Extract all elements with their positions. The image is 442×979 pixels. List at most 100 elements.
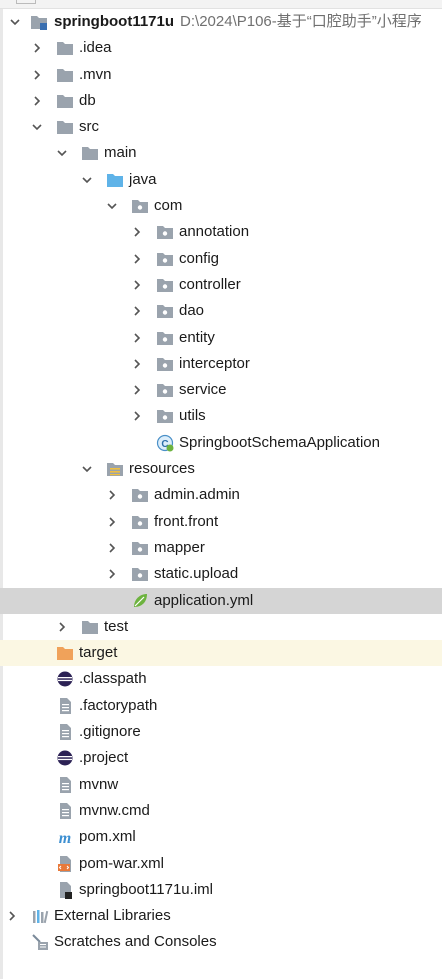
tree-row-controller[interactable]: controller	[0, 272, 442, 298]
tree-row-idea[interactable]: .idea	[0, 35, 442, 61]
tree-row-resources[interactable]: resources	[0, 456, 442, 482]
tree-label: .gitignore	[79, 723, 141, 741]
chevron-down-icon[interactable]	[80, 167, 94, 193]
tree-label: main	[104, 144, 137, 162]
package-icon	[156, 223, 174, 241]
tree-label: static.upload	[154, 565, 239, 583]
tree-row-target[interactable]: target	[0, 640, 442, 667]
chevron-right-icon[interactable]	[105, 509, 119, 535]
source-folder-icon	[106, 171, 124, 189]
eclipse-file-icon	[56, 749, 74, 767]
tree-row-service[interactable]: service	[0, 377, 442, 403]
chevron-down-icon[interactable]	[80, 456, 94, 482]
package-icon	[131, 539, 149, 557]
tree-row-external-libraries[interactable]: External Libraries	[0, 903, 442, 929]
tree-row-app-class[interactable]: C SpringbootSchemaApplication	[0, 430, 442, 456]
tree-label: front.front	[154, 512, 219, 530]
chevron-down-icon[interactable]	[105, 193, 119, 219]
folder-icon	[81, 618, 99, 636]
chevron-right-icon[interactable]	[130, 403, 144, 429]
chevron-right-icon[interactable]	[130, 351, 144, 377]
tree-row-src[interactable]: src	[0, 114, 442, 140]
tree-label: resources	[129, 460, 195, 478]
module-folder-icon	[30, 13, 48, 31]
tree-row-pom-war[interactable]: pom-war.xml	[0, 851, 442, 877]
chevron-right-icon[interactable]	[105, 561, 119, 587]
tree-row-annotation[interactable]: annotation	[0, 219, 442, 245]
tree-row-application-yml[interactable]: application.yml	[0, 587, 442, 614]
tree-row-utils[interactable]: utils	[0, 403, 442, 429]
tree-label: External Libraries	[54, 907, 171, 925]
tree-row-project-file[interactable]: .project	[0, 745, 442, 771]
package-icon	[131, 486, 149, 504]
package-icon	[131, 197, 149, 215]
tree-row-java[interactable]: java	[0, 167, 442, 193]
chevron-right-icon[interactable]	[105, 482, 119, 508]
package-icon	[131, 513, 149, 531]
tree-row-mvnw[interactable]: mvnw	[0, 772, 442, 798]
tree-row-project-root[interactable]: springboot1171u D:\2024\P106-基于“口腔助手”小程序	[0, 9, 442, 35]
tree-row-mvn[interactable]: .mvn	[0, 62, 442, 88]
tree-row-iml[interactable]: springboot1171u.iml	[0, 877, 442, 903]
project-name: springboot1171u	[54, 13, 175, 30]
package-icon	[156, 329, 174, 347]
folder-icon	[56, 39, 74, 57]
tree-row-dao[interactable]: dao	[0, 298, 442, 324]
tree-row-front[interactable]: front.front	[0, 509, 442, 535]
chevron-down-icon[interactable]	[8, 9, 22, 35]
tree-row-config[interactable]: config	[0, 246, 442, 272]
text-file-icon	[56, 697, 74, 715]
tree-label: admin.admin	[154, 486, 240, 504]
tree-row-gitignore[interactable]: .gitignore	[0, 719, 442, 745]
tree-label: pom-war.xml	[79, 854, 165, 872]
chevron-right-icon[interactable]	[5, 903, 19, 929]
chevron-right-icon[interactable]	[55, 614, 69, 640]
tree-row-test[interactable]: test	[0, 614, 442, 640]
chevron-right-icon[interactable]	[105, 535, 119, 561]
tree-label: service	[179, 381, 227, 399]
folder-icon	[56, 92, 74, 110]
package-icon	[156, 302, 174, 320]
tree-label: mvnw.cmd	[79, 801, 150, 819]
tree-row-static[interactable]: static.upload	[0, 561, 442, 587]
tree-label: src	[79, 118, 99, 136]
tree-row-db[interactable]: db	[0, 88, 442, 114]
tree-label: controller	[179, 275, 241, 293]
chevron-down-icon[interactable]	[55, 140, 69, 166]
chevron-right-icon[interactable]	[30, 35, 44, 61]
chevron-right-icon[interactable]	[130, 272, 144, 298]
tree-label: Scratches and Consoles	[54, 933, 217, 951]
excluded-folder-icon	[56, 644, 74, 662]
tree-row-classpath[interactable]: .classpath	[0, 666, 442, 692]
chevron-right-icon[interactable]	[130, 298, 144, 324]
tree-row-admin[interactable]: admin.admin	[0, 482, 442, 508]
package-icon	[156, 355, 174, 373]
tree-label: SpringbootSchemaApplication	[179, 433, 380, 451]
tree-row-mapper[interactable]: mapper	[0, 535, 442, 561]
tree-label: .mvn	[79, 65, 112, 83]
chevron-right-icon[interactable]	[130, 219, 144, 245]
spring-boot-class-icon: C	[156, 434, 174, 452]
tree-row-main[interactable]: main	[0, 140, 442, 166]
tree-row-factorypath[interactable]: .factorypath	[0, 693, 442, 719]
tree-row-mvnw-cmd[interactable]: mvnw.cmd	[0, 798, 442, 824]
package-icon	[156, 407, 174, 425]
project-path: D:\2024\P106-基于“口腔助手”小程序	[180, 13, 422, 30]
chevron-right-icon[interactable]	[30, 62, 44, 88]
tree-label: application.yml	[154, 591, 254, 609]
chevron-down-icon[interactable]	[30, 114, 44, 140]
tree-row-com[interactable]: com	[0, 193, 442, 219]
folder-icon	[56, 118, 74, 136]
tree-label: entity	[179, 328, 215, 346]
tree-label: mvnw	[79, 775, 119, 793]
chevron-right-icon[interactable]	[130, 325, 144, 351]
chevron-right-icon[interactable]	[130, 377, 144, 403]
tree-row-pom[interactable]: m pom.xml	[0, 824, 442, 850]
tree-row-scratches[interactable]: Scratches and Consoles	[0, 929, 442, 955]
scratches-icon	[31, 933, 49, 951]
chevron-right-icon[interactable]	[30, 88, 44, 114]
tree-row-interceptor[interactable]: interceptor	[0, 351, 442, 377]
project-tree: springboot1171u D:\2024\P106-基于“口腔助手”小程序 …	[0, 9, 442, 956]
chevron-right-icon[interactable]	[130, 246, 144, 272]
tree-row-entity[interactable]: entity	[0, 325, 442, 351]
